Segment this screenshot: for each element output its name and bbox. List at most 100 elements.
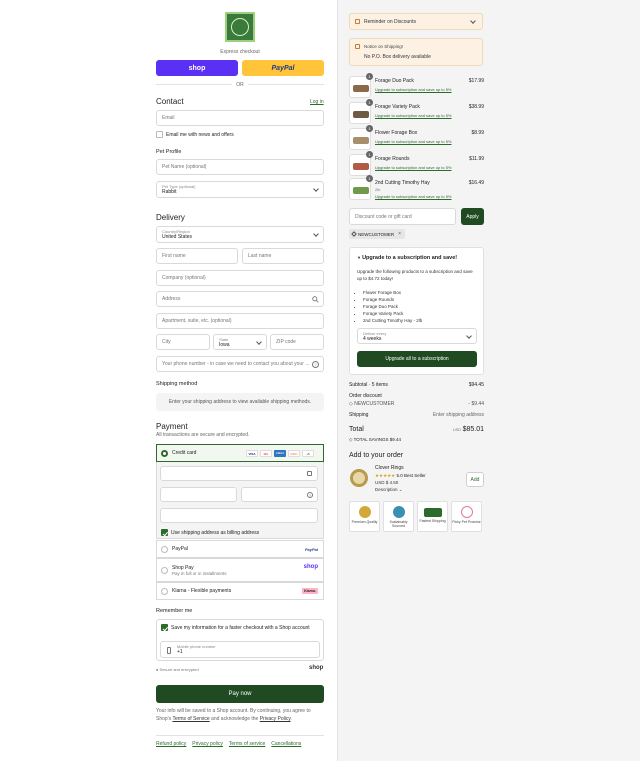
help-icon[interactable]: ? bbox=[312, 361, 319, 368]
pet-type-select[interactable]: Pet Type (optional) Rabbit bbox=[156, 181, 324, 198]
mastercard-icon: MC bbox=[260, 450, 272, 457]
upgrade-subscription-link[interactable]: Upgrade to subscription and save up to 5… bbox=[375, 113, 452, 118]
shipping-notice: Notice on Shipping! No P.O. Box delivery… bbox=[349, 38, 483, 66]
discount-code-field[interactable]: Discount code or gift card bbox=[349, 208, 456, 225]
phone-placeholder: Your phone number - in case we need to c… bbox=[162, 361, 310, 367]
card-brands: VISA MC AMEX DISC +5 bbox=[244, 450, 314, 457]
upgrade-subscription-link[interactable]: Upgrade to subscription and save up to 5… bbox=[375, 87, 452, 92]
paypal-radio[interactable] bbox=[161, 546, 168, 553]
order-discount-label: Order discount bbox=[349, 393, 382, 399]
billing-same-checkbox[interactable] bbox=[161, 529, 168, 536]
or-label: OR bbox=[232, 82, 248, 88]
upgrade-body: Upgrade the following products to a subs… bbox=[357, 269, 473, 281]
pay-now-button[interactable]: Pay now bbox=[156, 685, 324, 703]
expiry-field[interactable] bbox=[160, 487, 237, 502]
first-name-field[interactable]: First name bbox=[156, 248, 238, 264]
credit-card-radio[interactable] bbox=[161, 450, 168, 457]
shop-pay-button[interactable]: shop bbox=[156, 60, 238, 76]
save-info-checkbox[interactable] bbox=[161, 624, 168, 631]
paypal-button[interactable]: PayPal bbox=[242, 60, 324, 76]
deliver-every-value: 4 weeks bbox=[363, 335, 382, 342]
mobile-phone-value: +1 bbox=[177, 649, 183, 655]
phone-field[interactable]: Your phone number - in case we need to c… bbox=[156, 356, 324, 372]
add-to-order-title: Add to your order bbox=[349, 452, 404, 459]
remove-tag-icon[interactable]: × bbox=[398, 231, 401, 237]
footer-links: Refund policy Privacy policy Terms of se… bbox=[156, 741, 301, 747]
upgrade-all-button[interactable]: Upgrade all to a subscription bbox=[357, 351, 477, 367]
klarna-option[interactable]: Klarna - Flexible payments Klarna. bbox=[156, 582, 324, 600]
address-field[interactable]: Address bbox=[156, 291, 324, 307]
upgrade-product-list: Flower Forage Box Forage Rounds Forage D… bbox=[363, 289, 422, 324]
total-label: Total bbox=[349, 426, 364, 433]
upgrade-subscription-link[interactable]: Upgrade to subscription and save up to 5… bbox=[375, 165, 452, 170]
security-code-field[interactable]: ? bbox=[241, 487, 318, 502]
email-field[interactable]: Email bbox=[156, 110, 324, 126]
privacy-policy-link[interactable]: Privacy policy bbox=[192, 741, 223, 747]
pet-profile-title: Pet Profile bbox=[156, 149, 182, 155]
terms-of-service-link[interactable]: Terms of service bbox=[229, 741, 265, 747]
item-price: $8.99 bbox=[471, 130, 484, 136]
address-placeholder: Address bbox=[162, 296, 181, 302]
klarna-label: Klarna - Flexible payments bbox=[172, 588, 232, 594]
apply-button[interactable]: Apply bbox=[461, 208, 484, 225]
legal-text: Your info will be saved to a Shop accoun… bbox=[156, 707, 324, 723]
addon-name: Clover Rings bbox=[375, 465, 404, 471]
credit-card-option[interactable]: Credit card VISA MC AMEX DISC +5 bbox=[156, 444, 324, 462]
apartment-field[interactable]: Apartment, suite, etc. (optional) bbox=[156, 313, 324, 329]
shop-pay-logo: shop bbox=[303, 564, 318, 570]
paypal-option[interactable]: PayPal PayPal bbox=[156, 540, 324, 558]
state-select[interactable]: State Iowa bbox=[213, 334, 267, 350]
savings-value: $9.44 bbox=[389, 437, 402, 442]
card-number-field[interactable] bbox=[160, 466, 318, 481]
legal-line-2c: . bbox=[290, 716, 292, 722]
shop-logo: shop bbox=[309, 665, 324, 671]
add-button[interactable]: Add bbox=[466, 472, 484, 487]
name-on-card-field[interactable] bbox=[160, 508, 318, 523]
badge-label: Premium Quality bbox=[351, 520, 378, 524]
cancellations-link[interactable]: Cancellations bbox=[271, 741, 301, 747]
last-name-field[interactable]: Last name bbox=[242, 248, 324, 264]
payment-title: Payment bbox=[156, 422, 188, 431]
country-select[interactable]: Country/Region United States bbox=[156, 226, 324, 243]
refund-policy-link[interactable]: Refund policy bbox=[156, 741, 186, 747]
item-price: $38.99 bbox=[468, 104, 484, 110]
deliver-every-select[interactable]: Deliver every 4 weeks bbox=[357, 328, 477, 344]
store-logo[interactable] bbox=[222, 10, 258, 46]
login-link[interactable]: Log in bbox=[310, 99, 324, 105]
reminder-label: Reminder on Discounts bbox=[364, 18, 416, 25]
shop-pay-radio[interactable] bbox=[161, 567, 168, 574]
cart-item: 1 Forage Duo Pack Upgrade to subscriptio… bbox=[349, 73, 484, 98]
upgrade-subscription-link[interactable]: Upgrade to subscription and save up to 5… bbox=[375, 139, 452, 144]
addon-description-toggle[interactable]: Description ⌄ bbox=[375, 487, 403, 493]
city-field[interactable]: City bbox=[156, 334, 210, 350]
upgrade-subscription-link[interactable]: Upgrade to subscription and save up to 5… bbox=[375, 194, 452, 199]
truck-icon bbox=[423, 508, 442, 517]
list-item: Forage Duo Pack bbox=[363, 303, 422, 310]
premium-quality-badge: Premium Quality bbox=[349, 501, 380, 532]
total-savings: ◇ TOTAL SAVINGS $9.44 bbox=[349, 437, 401, 443]
fastest-shipping-badge: Fastest Shipping bbox=[417, 501, 448, 532]
alert-icon bbox=[355, 44, 360, 49]
mobile-phone-field[interactable]: Mobile phone number +1 bbox=[160, 641, 320, 658]
company-field[interactable]: Company (optional) bbox=[156, 270, 324, 286]
klarna-radio[interactable] bbox=[161, 588, 168, 595]
heart-icon bbox=[460, 506, 473, 518]
divider bbox=[156, 735, 324, 736]
discount-code-label: ◇ NEWCUSTOMER bbox=[349, 401, 394, 407]
email-news-checkbox[interactable] bbox=[156, 131, 163, 138]
subtotal-value: $94.45 bbox=[468, 382, 484, 388]
phone-icon bbox=[167, 647, 171, 654]
remember-me-title: Remember me bbox=[156, 608, 193, 614]
item-name: Flower Forage Box bbox=[375, 130, 418, 136]
privacy-link[interactable]: Privacy Policy bbox=[260, 716, 291, 722]
product-image bbox=[353, 163, 369, 170]
help-icon[interactable]: ? bbox=[307, 492, 313, 498]
pet-name-field[interactable]: Pet Name (optional) bbox=[156, 159, 324, 175]
zip-field[interactable]: ZIP code bbox=[270, 334, 324, 350]
legal-line-2b: and acknowledge the bbox=[209, 716, 260, 722]
terms-link[interactable]: Terms of Service bbox=[172, 716, 209, 722]
badge-label: Picky Pet Promise bbox=[452, 520, 481, 524]
shop-pay-option[interactable]: Shop Pay Pay in full or in installments … bbox=[156, 558, 324, 582]
reminder-on-discounts[interactable]: Reminder on Discounts bbox=[349, 13, 483, 30]
alert-icon bbox=[355, 19, 360, 24]
